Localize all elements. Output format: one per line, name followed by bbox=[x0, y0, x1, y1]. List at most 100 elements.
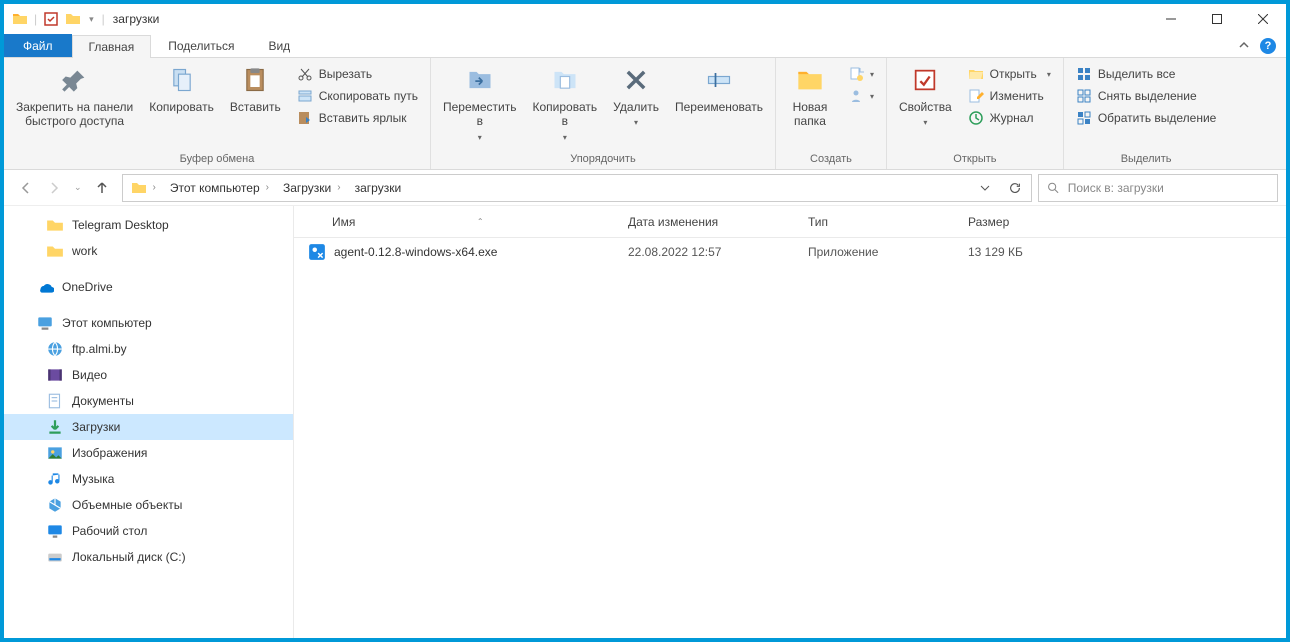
search-input[interactable] bbox=[1068, 181, 1269, 195]
copy-to-button[interactable]: Копировать в ▾ bbox=[527, 60, 604, 146]
folder-icon bbox=[46, 242, 64, 260]
copy-icon bbox=[166, 64, 198, 96]
crumb-current[interactable]: загрузки bbox=[349, 175, 408, 201]
sidebar-thispc-item-4[interactable]: Изображения bbox=[4, 440, 293, 466]
copy-button[interactable]: Копировать bbox=[143, 60, 220, 118]
history-button[interactable]: Журнал bbox=[962, 108, 1057, 128]
sidebar-thispc-item-8[interactable]: Локальный диск (C:) bbox=[4, 544, 293, 570]
sidebar-quick-1[interactable]: work bbox=[4, 238, 293, 264]
invert-selection-button[interactable]: Обратить выделение bbox=[1070, 108, 1223, 128]
music-icon bbox=[46, 470, 64, 488]
navbar: ⌄ › Этот компьютер› Загрузки› загрузки bbox=[4, 170, 1286, 206]
rename-button[interactable]: Переименовать bbox=[669, 60, 769, 118]
ribbon-group-open: Свойства ▾ Открыть ▾ Изменить bbox=[887, 58, 1064, 169]
paste-button[interactable]: Вставить bbox=[224, 60, 287, 118]
invert-selection-icon bbox=[1076, 110, 1092, 126]
new-item-button[interactable]: ▾ bbox=[842, 64, 880, 84]
chevron-down-icon: ▾ bbox=[478, 133, 482, 143]
file-pane: Имя ⌃ Дата изменения Тип Размер agent-0.… bbox=[294, 206, 1286, 638]
column-modified[interactable]: Дата изменения bbox=[614, 206, 794, 237]
ribbon-group-select: Выделить все Снять выделение Обратить вы… bbox=[1064, 58, 1229, 169]
sidebar-quick-0[interactable]: Telegram Desktop bbox=[4, 212, 293, 238]
minimize-button[interactable] bbox=[1148, 4, 1194, 34]
pin-label: Закрепить на панели быстрого доступа bbox=[16, 100, 133, 129]
file-list[interactable]: agent-0.12.8-windows-x64.exe22.08.2022 1… bbox=[294, 238, 1286, 638]
delete-button[interactable]: Удалить ▾ bbox=[607, 60, 665, 132]
edit-button[interactable]: Изменить bbox=[962, 86, 1057, 106]
close-button[interactable] bbox=[1240, 4, 1286, 34]
pin-quick-access-button[interactable]: Закрепить на панели быстрого доступа bbox=[10, 60, 139, 133]
address-dropdown-button[interactable] bbox=[971, 175, 999, 201]
paste-label: Вставить bbox=[230, 100, 281, 114]
select-all-icon bbox=[1076, 66, 1092, 82]
paste-shortcut-icon bbox=[297, 110, 313, 126]
properties-icon bbox=[909, 64, 941, 96]
downloads-icon bbox=[46, 418, 64, 436]
column-name[interactable]: Имя ⌃ bbox=[294, 206, 614, 237]
back-button[interactable] bbox=[18, 180, 34, 196]
copy-path-button[interactable]: Скопировать путь bbox=[291, 86, 424, 106]
copy-to-icon bbox=[549, 64, 581, 96]
easy-access-icon bbox=[848, 88, 864, 104]
sidebar-thispc-item-3[interactable]: Загрузки bbox=[4, 414, 293, 440]
rename-icon bbox=[703, 64, 735, 96]
sidebar-onedrive[interactable]: OneDrive bbox=[4, 274, 293, 300]
search-icon bbox=[1047, 181, 1060, 195]
properties-qa-icon[interactable] bbox=[43, 11, 59, 27]
up-button[interactable] bbox=[94, 180, 110, 196]
tab-view[interactable]: Вид bbox=[251, 34, 307, 57]
help-icon[interactable]: ? bbox=[1260, 38, 1276, 54]
sidebar-thispc-item-7[interactable]: Рабочий стол bbox=[4, 518, 293, 544]
recent-dropdown-button[interactable]: ⌄ bbox=[74, 182, 82, 193]
new-folder-button[interactable]: Новая папка bbox=[782, 60, 838, 133]
paste-icon bbox=[239, 64, 271, 96]
address-bar[interactable]: › Этот компьютер› Загрузки› загрузки bbox=[122, 174, 1032, 202]
maximize-button[interactable] bbox=[1194, 4, 1240, 34]
search-box[interactable] bbox=[1038, 174, 1278, 202]
3d-icon bbox=[46, 496, 64, 514]
desktop-icon bbox=[46, 522, 64, 540]
forward-button[interactable] bbox=[46, 180, 62, 196]
sidebar-thispc-item-5[interactable]: Музыка bbox=[4, 466, 293, 492]
crumb-root[interactable]: › bbox=[125, 175, 162, 201]
sidebar-thispc-item-0[interactable]: ftp.almi.by bbox=[4, 336, 293, 362]
tab-home[interactable]: Главная bbox=[72, 35, 152, 58]
chevron-down-icon: ▾ bbox=[634, 118, 638, 128]
sidebar-thispc-item-1[interactable]: Видео bbox=[4, 362, 293, 388]
quick-access-toolbar: | ▾ | bbox=[4, 11, 105, 27]
chevron-down-icon: ▾ bbox=[1047, 70, 1051, 79]
delete-icon bbox=[620, 64, 652, 96]
easy-access-button[interactable]: ▾ bbox=[842, 86, 880, 106]
properties-button[interactable]: Свойства ▾ bbox=[893, 60, 958, 132]
paste-shortcut-button[interactable]: Вставить ярлык bbox=[291, 108, 424, 128]
column-headers: Имя ⌃ Дата изменения Тип Размер bbox=[294, 206, 1286, 238]
qa-dropdown-icon[interactable]: ▾ bbox=[87, 14, 96, 25]
crumb-thispc[interactable]: Этот компьютер› bbox=[164, 175, 275, 201]
collapse-ribbon-button[interactable] bbox=[1238, 40, 1250, 52]
sidebar-thispc-item-6[interactable]: Объемные объекты bbox=[4, 492, 293, 518]
select-all-button[interactable]: Выделить все bbox=[1070, 64, 1223, 84]
ribbon: Закрепить на панели быстрого доступа Коп… bbox=[4, 58, 1286, 170]
clipboard-group-label: Буфер обмена bbox=[10, 151, 424, 169]
file-row[interactable]: agent-0.12.8-windows-x64.exe22.08.2022 1… bbox=[294, 238, 1286, 266]
folder-qa-icon[interactable] bbox=[65, 11, 81, 27]
tab-share[interactable]: Поделиться bbox=[151, 34, 251, 57]
column-type[interactable]: Тип bbox=[794, 206, 954, 237]
select-none-icon bbox=[1076, 88, 1092, 104]
sidebar-thispc[interactable]: Этот компьютер bbox=[4, 310, 293, 336]
open-button[interactable]: Открыть ▾ bbox=[962, 64, 1057, 84]
cut-button[interactable]: Вырезать bbox=[291, 64, 424, 84]
sidebar-resize-handle[interactable] bbox=[287, 206, 293, 638]
qa-separator: | bbox=[34, 12, 37, 26]
column-size[interactable]: Размер bbox=[954, 206, 1074, 237]
sidebar-thispc-item-2[interactable]: Документы bbox=[4, 388, 293, 414]
crumb-downloads[interactable]: Загрузки› bbox=[277, 175, 347, 201]
tab-file[interactable]: Файл bbox=[4, 34, 72, 57]
open-icon bbox=[968, 66, 984, 82]
select-none-button[interactable]: Снять выделение bbox=[1070, 86, 1223, 106]
chevron-down-icon: ▾ bbox=[923, 118, 927, 128]
pictures-icon bbox=[46, 444, 64, 462]
move-to-button[interactable]: Переместить в ▾ bbox=[437, 60, 523, 146]
refresh-button[interactable] bbox=[1001, 175, 1029, 201]
disk-icon bbox=[46, 548, 64, 566]
